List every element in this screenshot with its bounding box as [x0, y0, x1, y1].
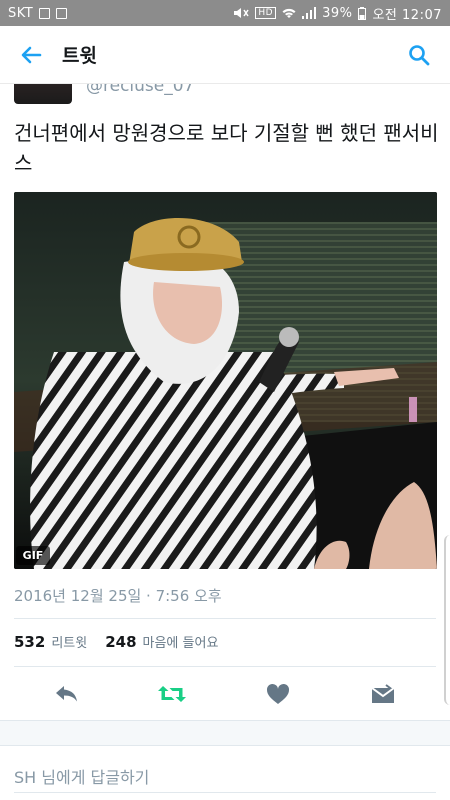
retweet-icon: [158, 686, 187, 702]
reply-button[interactable]: [47, 674, 87, 714]
tweet-author-row[interactable]: @recluse_07: [0, 84, 450, 106]
gif-badge: GIF: [16, 546, 50, 565]
status-left: SKT: [8, 5, 68, 21]
like-count[interactable]: 248: [105, 633, 136, 651]
author-handle[interactable]: @recluse_07: [86, 84, 194, 96]
heart-icon: [266, 683, 289, 704]
direct-message-button[interactable]: [363, 674, 403, 714]
divider: [14, 666, 436, 667]
back-button[interactable]: [0, 26, 62, 84]
envelope-icon: [371, 684, 395, 703]
battery-percent: 39%: [322, 5, 353, 21]
tweet-gif-media[interactable]: [14, 192, 437, 569]
like-label[interactable]: 마음에 들어요: [143, 632, 219, 651]
search-button[interactable]: [388, 26, 450, 84]
clock: 오전 12:07: [372, 7, 442, 23]
tweet-text: 건너편에서 망원경으로 보다 기절할 뻔 했던 팬서비스: [14, 121, 439, 175]
tweet-actions: [14, 671, 436, 717]
reply-underline: [14, 792, 436, 793]
tweet-stats: 532 리트윗 248 마음에 들어요: [14, 632, 230, 652]
reply-icon: [55, 686, 77, 702]
like-button[interactable]: [258, 674, 298, 714]
status-right: HD 39% 오전 12:07: [233, 4, 442, 23]
retweet-button[interactable]: [152, 674, 192, 714]
tweet-timestamp: 2016년 12월 25일 · 7:56 오후: [14, 587, 222, 605]
gif-frame-image: [14, 192, 437, 569]
reply-placeholder[interactable]: SH 님에게 답글하기: [14, 764, 149, 788]
volte-label: HD: [255, 7, 277, 19]
page-title: 트윗: [62, 45, 97, 67]
avatar[interactable]: [14, 84, 72, 104]
mute-icon: [234, 8, 249, 18]
battery-icon: [358, 6, 367, 20]
arrow-left-icon: [21, 46, 42, 63]
divider: [14, 618, 436, 619]
search-icon: [409, 44, 430, 65]
wifi-icon: [282, 8, 296, 18]
edge-scroll-handle[interactable]: [444, 535, 450, 705]
section-divider-band: [0, 720, 450, 746]
carrier-label: SKT: [8, 5, 34, 21]
app-bar: 트윗: [0, 26, 450, 84]
retweet-label[interactable]: 리트윗: [51, 632, 87, 651]
app-notification-icon: [56, 7, 68, 19]
gallery-notification-icon: [39, 7, 51, 19]
reply-composer[interactable]: SH 님에게 답글하기: [0, 746, 450, 800]
retweet-count[interactable]: 532: [14, 633, 45, 651]
status-bar: SKT HD 39% 오전 12:07: [0, 0, 450, 26]
signal-icon: [302, 7, 317, 19]
